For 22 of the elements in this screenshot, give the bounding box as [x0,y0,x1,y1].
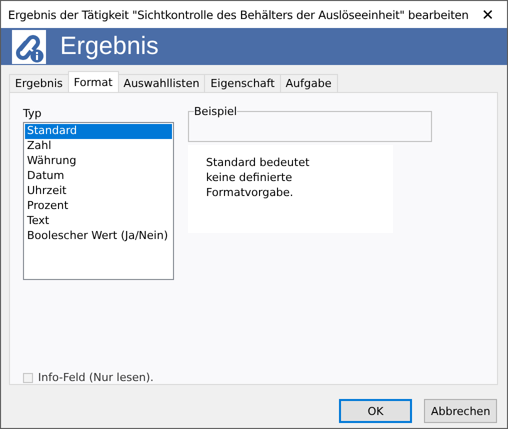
banner-title: Ergebnis [60,32,159,61]
checkbox-label: Info-Feld (Nur lesen). [38,371,154,384]
list-item[interactable]: Prozent [25,199,172,214]
tab[interactable]: Ergebnis [9,74,69,92]
window-title: Ergebnis der Tätigkeit "Sichtkontrolle des Behälters der Auslöseeinheit" bearbeiten [8,8,469,22]
tab[interactable]: Eigenschaft [204,74,281,92]
close-button[interactable]: ✕ [468,1,507,28]
ok-button[interactable]: OK [339,399,412,423]
list-item[interactable]: Währung [25,154,172,169]
link-info-icon [12,30,46,64]
list-item[interactable]: Zahl [25,139,172,154]
list-item[interactable]: Datum [25,169,172,184]
list-item[interactable]: Standard [25,124,172,139]
list-item[interactable]: Uhrzeit [25,184,172,199]
list-item[interactable]: Boolescher Wert (Ja/Nein) [25,229,172,244]
list-item[interactable]: Text [25,214,172,229]
type-label: Typ [23,107,42,122]
tab[interactable]: Aufgabe [280,74,338,92]
example-label: Beispiel [194,105,237,118]
cancel-button[interactable]: Abbrechen [424,399,497,423]
tab[interactable]: Format [68,71,119,92]
format-description: Standard bedeutet keine definierte Formatvorgabe. [188,145,393,233]
